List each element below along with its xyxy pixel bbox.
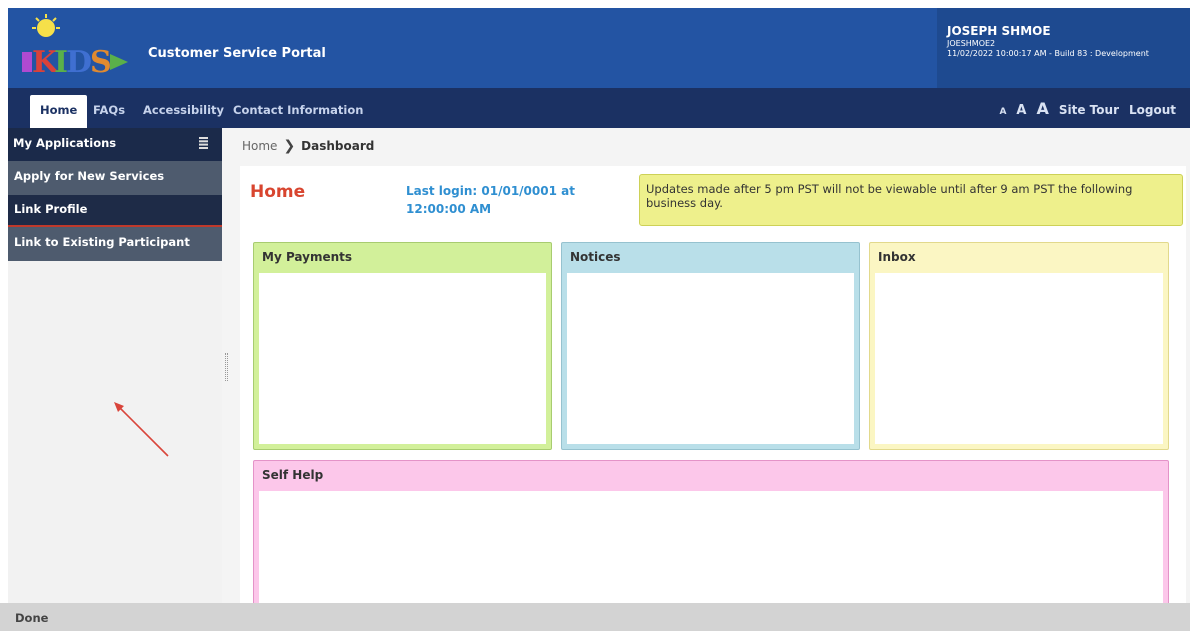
sidebar-header: My Applications xyxy=(8,128,222,161)
sidebar-title: My Applications xyxy=(13,136,117,150)
red-arrow-annotation xyxy=(114,402,169,457)
menu-toggle-icon[interactable] xyxy=(199,137,208,149)
panel-title: Self Help xyxy=(262,468,324,482)
sidebar-item-link-to-existing-participant[interactable]: Link to Existing Participant xyxy=(8,227,222,261)
panel-body xyxy=(259,273,546,444)
tab-contact-information[interactable]: Contact Information xyxy=(233,103,363,117)
dashboard-content: Home Last login: 01/01/0001 at 12:00:00 … xyxy=(240,166,1186,610)
status-bar: Done xyxy=(0,603,1190,631)
breadcrumb-current: Dashboard xyxy=(301,139,375,153)
self-help-panel: Self Help xyxy=(253,460,1169,610)
session-info: 11/02/2022 10:00:17 AM - Build 83 : Deve… xyxy=(947,49,1149,58)
breadcrumb-home[interactable]: Home xyxy=(242,139,277,153)
logout-link[interactable]: Logout xyxy=(1129,103,1176,117)
tab-accessibility[interactable]: Accessibility xyxy=(143,103,224,117)
panel-body xyxy=(567,273,854,444)
font-size-small-button[interactable]: A xyxy=(999,107,1006,117)
panel-title: My Payments xyxy=(262,250,353,264)
inbox-panel: Inbox xyxy=(869,242,1169,450)
user-id: JOESHMOE2 xyxy=(947,39,996,48)
page-title: Home xyxy=(250,182,306,202)
breadcrumb: Home ❯ Dashboard xyxy=(242,138,374,154)
sidebar: My Applications Apply for New Services L… xyxy=(8,128,222,603)
main-nav: Home FAQs Accessibility Contact Informat… xyxy=(8,88,1190,128)
panel-title: Notices xyxy=(570,250,621,264)
svg-text:S: S xyxy=(90,45,112,80)
nav-right-tools: A A A Site Tour Logout xyxy=(999,99,1176,118)
my-payments-panel: My Payments xyxy=(253,242,552,450)
chevron-right-icon: ❯ xyxy=(283,138,296,154)
user-name: JOSEPH SHMOE xyxy=(947,24,1051,38)
user-info: JOSEPH SHMOE JOESHMOE2 11/02/2022 10:00:… xyxy=(937,8,1190,88)
kids-logo: K I D S xyxy=(22,14,128,80)
splitter-grip-icon[interactable] xyxy=(225,353,228,381)
panel-body xyxy=(259,491,1163,604)
tab-faqs[interactable]: FAQs xyxy=(93,103,125,117)
sidebar-item-apply-for-new-services[interactable]: Apply for New Services xyxy=(8,161,222,195)
main-area: Home ❯ Dashboard Home Last login: 01/01/00… xyxy=(232,128,1190,610)
notices-panel: Notices xyxy=(561,242,860,450)
update-notice-banner: Updates made after 5 pm PST will not be … xyxy=(639,174,1183,226)
last-login-text: Last login: 01/01/0001 at 12:00:00 AM xyxy=(406,184,575,216)
site-tour-link[interactable]: Site Tour xyxy=(1059,103,1119,117)
panel-title: Inbox xyxy=(878,250,916,264)
panel-body xyxy=(875,273,1163,444)
portal-title: Customer Service Portal xyxy=(148,46,326,61)
svg-text:D: D xyxy=(66,45,92,80)
sidebar-item-link-profile[interactable]: Link Profile xyxy=(8,195,222,227)
font-size-large-button[interactable]: A xyxy=(1036,99,1048,118)
app-header: K I D S Customer Service Portal JOSEPH S… xyxy=(8,8,1190,88)
font-size-medium-button[interactable]: A xyxy=(1016,103,1026,118)
sidebar-splitter[interactable] xyxy=(222,128,232,603)
tab-home[interactable]: Home xyxy=(30,95,88,128)
